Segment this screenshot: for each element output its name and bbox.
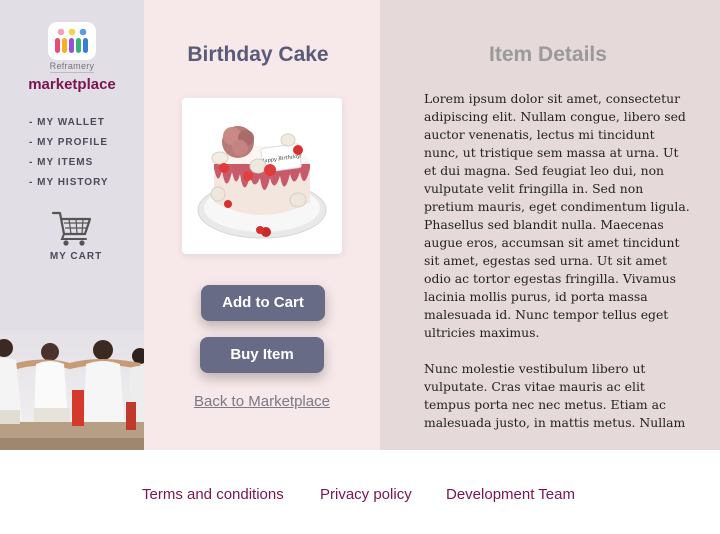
shopping-cart-icon[interactable] <box>51 210 93 248</box>
sidebar-item-history[interactable]: - MY HISTORY <box>29 176 109 196</box>
item-description: Lorem ipsum dolor sit amet, consectetur … <box>424 90 692 432</box>
product-panel: Birthday Cake Happy Birthday! Add to Car… <box>144 0 380 450</box>
product-title: Birthday Cake <box>187 43 329 66</box>
brand-divider <box>50 72 94 73</box>
sidebar-nav: - MY WALLET - MY PROFILE - MY ITEMS - MY… <box>29 116 109 196</box>
cart-label[interactable]: MY CART <box>0 251 144 262</box>
buy-item-button[interactable]: Buy Item <box>200 337 324 373</box>
sidebar-item-profile[interactable]: - MY PROFILE <box>29 136 109 156</box>
sidebar-item-items[interactable]: - MY ITEMS <box>29 156 109 176</box>
reframery-logo-icon[interactable] <box>48 22 96 60</box>
birthday-cake-image: Happy Birthday! <box>197 126 327 239</box>
people-hugging-photo <box>0 330 144 450</box>
privacy-link[interactable]: Privacy policy <box>320 486 412 503</box>
development-team-link[interactable]: Development Team <box>446 486 575 503</box>
item-details-panel: Item Details Lorem ipsum dolor sit amet,… <box>380 0 720 450</box>
sidebar: Reframery marketplace - MY WALLET - MY P… <box>0 0 144 450</box>
description-paragraph-2: Nunc molestie vestibulum libero ut vulpu… <box>424 361 686 430</box>
sidebar-item-wallet[interactable]: - MY WALLET <box>29 116 109 136</box>
add-to-cart-button[interactable]: Add to Cart <box>201 285 325 321</box>
back-to-marketplace-link[interactable]: Back to Marketplace <box>144 393 380 410</box>
brand-name[interactable]: marketplace <box>0 76 144 93</box>
description-paragraph-1: Lorem ipsum dolor sit amet, consectetur … <box>424 91 690 340</box>
product-image-card: Happy Birthday! <box>182 98 342 254</box>
terms-link[interactable]: Terms and conditions <box>142 486 284 503</box>
item-details-title: Item Details <box>489 43 607 66</box>
brand-subtitle: Reframery <box>49 61 95 71</box>
